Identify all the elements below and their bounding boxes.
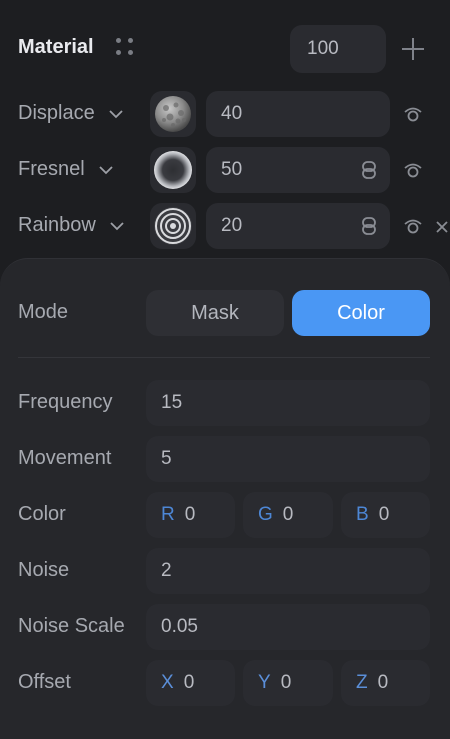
link-icon: [362, 161, 376, 179]
noise-sphere-icon: [155, 96, 191, 132]
drag-handle-icon[interactable]: [116, 38, 138, 60]
frequency-label: Frequency: [18, 391, 113, 413]
chevron-down-icon: [106, 218, 124, 234]
movement-label: Movement: [18, 447, 112, 469]
link-icon: [362, 217, 376, 235]
opacity-value: 100: [307, 38, 339, 59]
offset-label: Offset: [18, 671, 71, 693]
opacity-input[interactable]: 100: [290, 25, 386, 73]
plus-icon: [402, 38, 424, 60]
color-g-input[interactable]: G0: [243, 492, 333, 538]
noise-input[interactable]: 2: [146, 548, 430, 594]
chevron-down-icon: [105, 106, 123, 122]
displace-thumbnail[interactable]: [150, 91, 196, 137]
eye-icon: [404, 163, 422, 178]
eye-icon: [404, 219, 422, 234]
layer-fresnel-label[interactable]: Fresnel: [18, 158, 113, 181]
noise-scale-label: Noise Scale: [18, 615, 125, 637]
visibility-toggle[interactable]: [403, 162, 423, 178]
visibility-toggle[interactable]: [403, 106, 423, 122]
displace-amount-input[interactable]: 40: [206, 91, 390, 137]
mode-label: Mode: [18, 301, 69, 323]
chevron-down-icon: [95, 162, 113, 178]
panel-title: Material: [18, 36, 94, 58]
rainbow-amount-input[interactable]: 20: [206, 203, 390, 249]
fresnel-sphere-icon: [154, 151, 192, 189]
rainbow-thumbnail[interactable]: [150, 203, 196, 249]
close-icon: [436, 221, 448, 233]
noise-label: Noise: [18, 559, 70, 581]
fresnel-amount-input[interactable]: 50: [206, 147, 390, 193]
color-b-input[interactable]: B0: [341, 492, 430, 538]
layer-displace-label[interactable]: Displace: [18, 102, 123, 125]
color-r-input[interactable]: R0: [146, 492, 235, 538]
offset-z-input[interactable]: Z0: [341, 660, 430, 706]
color-label: Color: [18, 503, 66, 525]
mode-mask-option[interactable]: Mask: [146, 290, 284, 336]
noise-scale-input[interactable]: 0.05: [146, 604, 430, 650]
frequency-input[interactable]: 15: [146, 380, 430, 426]
fresnel-thumbnail[interactable]: [150, 147, 196, 193]
offset-y-input[interactable]: Y0: [243, 660, 333, 706]
divider: [18, 357, 430, 358]
offset-x-input[interactable]: X0: [146, 660, 235, 706]
concentric-rings-icon: [154, 207, 192, 245]
remove-layer-button[interactable]: [435, 220, 449, 234]
mode-color-option[interactable]: Color: [292, 290, 430, 336]
movement-input[interactable]: 5: [146, 436, 430, 482]
layer-rainbow-label[interactable]: Rainbow: [18, 214, 124, 237]
add-layer-button[interactable]: [401, 37, 425, 61]
eye-icon: [404, 107, 422, 122]
visibility-toggle[interactable]: [403, 218, 423, 234]
